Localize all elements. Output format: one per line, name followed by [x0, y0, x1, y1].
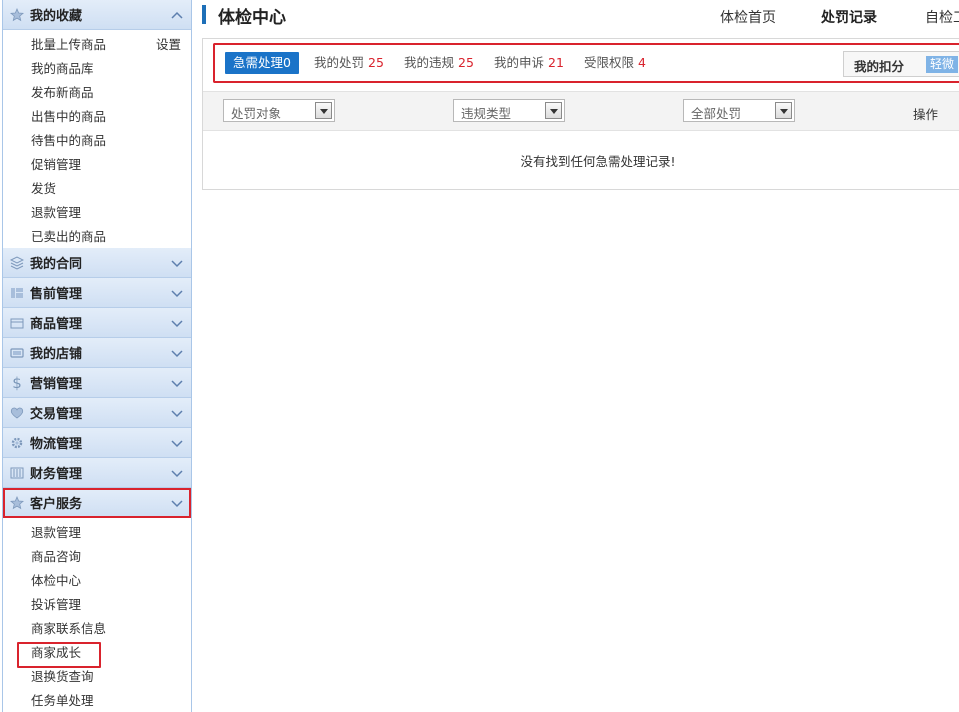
deduction-label: 我的扣分: [854, 59, 905, 74]
my-deduction-box[interactable]: 我的扣分 轻微: [843, 51, 959, 77]
sidebar-section-contract[interactable]: 我的合同: [3, 248, 191, 278]
deduction-level-badge: 轻微: [926, 56, 959, 73]
chevron-down-icon[interactable]: [171, 287, 183, 299]
penalty-target-select[interactable]: 处罚对象: [223, 99, 335, 122]
empty-message: 没有找到任何急需处理记录!: [520, 154, 676, 169]
violation-type-select[interactable]: 违规类型: [453, 99, 565, 122]
sidebar-item[interactable]: 发货: [3, 177, 191, 201]
star-icon: [9, 495, 25, 511]
box-icon: [9, 315, 25, 331]
chevron-down-icon[interactable]: [171, 467, 183, 479]
record-tabs: 急需处理0 我的处罚 25 我的违规 25 我的申诉 21 受限权限 4 我的扣分 轻微: [213, 43, 959, 83]
sidebar-section-favorites[interactable]: 我的收藏: [3, 0, 191, 30]
favorites-list: 批量上传商品 设置 我的商品库 发布新商品 出售中的商品 待售中的商品 促销管理 …: [3, 30, 191, 248]
sidebar-section-logistics[interactable]: 物流管理: [3, 428, 191, 458]
sidebar-item-merchant-growth[interactable]: 商家成长: [3, 641, 191, 668]
customer-service-list: 退款管理 商品咨询 体检中心 投诉管理 商家联系信息 商家成长 退换货查询 任务…: [3, 518, 191, 712]
nav-checkup-home[interactable]: 体检首页: [720, 7, 776, 27]
sidebar-item[interactable]: 退换货查询: [3, 665, 191, 689]
operation-column-header: 操作: [913, 107, 939, 122]
sidebar-item[interactable]: 商品咨询: [3, 545, 191, 569]
layout-icon: [9, 285, 25, 301]
sidebar-item[interactable]: 我的商品库: [3, 57, 191, 81]
chevron-down-icon[interactable]: [171, 317, 183, 329]
sidebar-item[interactable]: 退款管理: [3, 201, 191, 225]
settings-link[interactable]: 设置: [156, 33, 181, 57]
section-title: 我的合同: [30, 257, 83, 272]
store-icon: [9, 345, 25, 361]
section-title: 我的收藏: [30, 9, 83, 24]
dropdown-arrow-icon[interactable]: [315, 102, 332, 119]
sidebar-item[interactable]: 任务单处理: [3, 689, 191, 712]
layers-icon: [9, 255, 25, 271]
nav-penalty-records[interactable]: 处罚记录: [821, 7, 877, 27]
sidebar-item[interactable]: 促销管理: [3, 153, 191, 177]
sidebar-item[interactable]: 体检中心: [3, 569, 191, 593]
title-accent-bar: [202, 5, 206, 24]
chart-icon: [9, 465, 25, 481]
chevron-down-icon[interactable]: [171, 257, 183, 269]
section-title: 物流管理: [30, 437, 83, 452]
section-title: 售前管理: [30, 287, 83, 302]
dropdown-arrow-icon[interactable]: [775, 102, 792, 119]
sidebar-section-products[interactable]: 商品管理: [3, 308, 191, 338]
dollar-icon: $: [12, 373, 22, 392]
page-header: 体检中心 体检首页 处罚记录 自检工: [202, 3, 959, 28]
tab-urgent[interactable]: 急需处理0: [225, 52, 299, 74]
section-title: 财务管理: [30, 467, 83, 482]
section-title: 营销管理: [30, 377, 83, 392]
section-title: 交易管理: [30, 407, 83, 422]
sidebar-item[interactable]: 发布新商品: [3, 81, 191, 105]
chevron-down-icon[interactable]: [171, 377, 183, 389]
tab-my-penalties[interactable]: 我的处罚 25: [314, 52, 384, 74]
chevron-down-icon[interactable]: [171, 347, 183, 359]
chevron-down-icon[interactable]: [171, 437, 183, 449]
sidebar-item[interactable]: 已卖出的商品: [3, 225, 191, 248]
sidebar-section-customer-service[interactable]: 客户服务: [3, 488, 191, 518]
gear-icon: [9, 435, 25, 451]
nav-self-check[interactable]: 自检工: [925, 7, 959, 27]
tab-my-appeals[interactable]: 我的申诉 21: [494, 52, 564, 74]
sidebar-section-store[interactable]: 我的店铺: [3, 338, 191, 368]
records-panel: 急需处理0 我的处罚 25 我的违规 25 我的申诉 21 受限权限 4 我的扣分 轻微…: [202, 38, 959, 190]
sidebar-section-trade[interactable]: 交易管理: [3, 398, 191, 428]
tab-my-violations[interactable]: 我的违规 25: [404, 52, 474, 74]
sidebar-section-finance[interactable]: 财务管理: [3, 458, 191, 488]
sidebar-section-presale[interactable]: 售前管理: [3, 278, 191, 308]
sidebar-item[interactable]: 退款管理: [3, 521, 191, 545]
penalty-select[interactable]: 全部处罚: [683, 99, 795, 122]
chevron-up-icon[interactable]: [171, 9, 183, 21]
section-title: 商品管理: [30, 317, 83, 332]
star-icon: [9, 7, 25, 23]
dropdown-arrow-icon[interactable]: [545, 102, 562, 119]
sidebar-item[interactable]: 出售中的商品: [3, 105, 191, 129]
chevron-down-icon[interactable]: [171, 497, 183, 509]
sidebar-item[interactable]: 批量上传商品 设置: [3, 33, 191, 57]
sidebar-section-marketing[interactable]: $ 营销管理: [3, 368, 191, 398]
chevron-down-icon[interactable]: [171, 407, 183, 419]
section-title: 我的店铺: [30, 347, 83, 362]
page-title: 体检中心: [218, 8, 286, 28]
tab-restricted-permissions[interactable]: 受限权限 4: [584, 52, 646, 74]
section-title: 客户服务: [30, 497, 83, 512]
filter-row: 处罚对象 违规类型 全部处罚 操作: [203, 91, 959, 131]
sidebar-item[interactable]: 投诉管理: [3, 593, 191, 617]
sidebar-item[interactable]: 商家联系信息: [3, 617, 191, 641]
heart-icon: [9, 405, 25, 421]
sidebar-item[interactable]: 待售中的商品: [3, 129, 191, 153]
sidebar: 我的收藏 批量上传商品 设置 我的商品库 发布新商品 出售中的商品 待售中的商品 …: [2, 0, 192, 712]
